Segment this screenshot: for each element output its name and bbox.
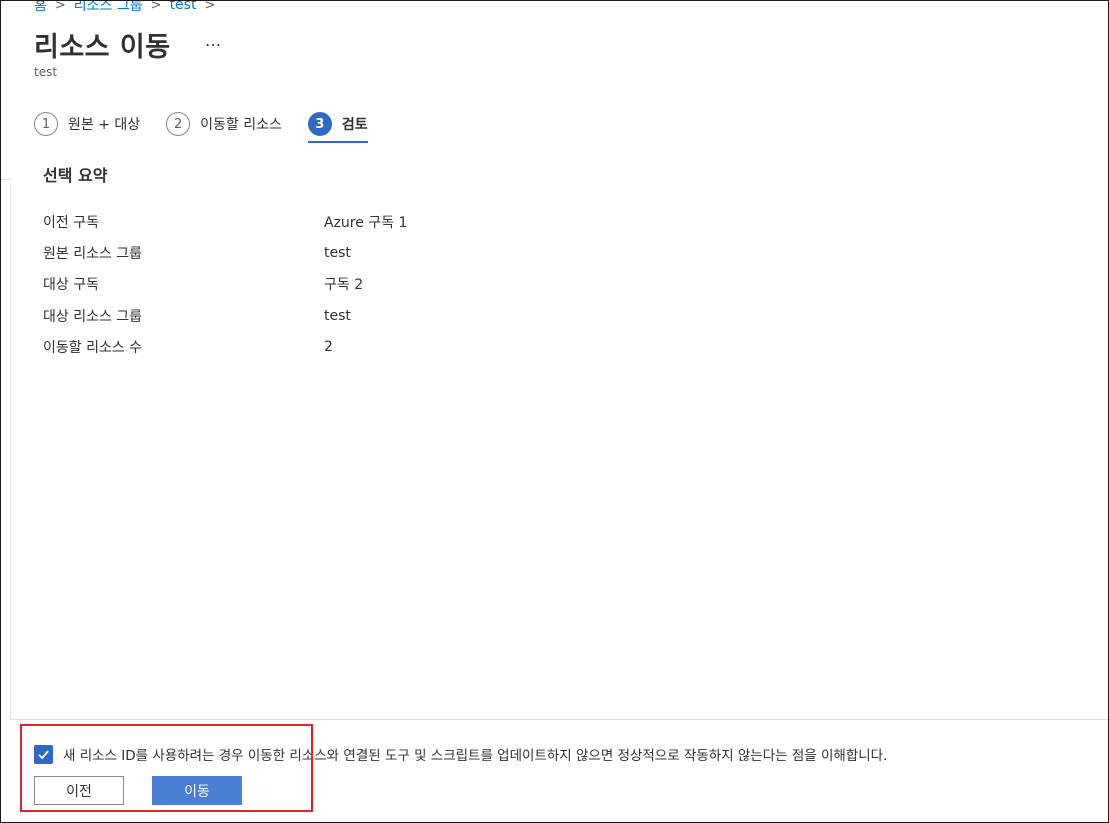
summary-row: 이동할 리소스 수 2 xyxy=(43,331,407,362)
footer-divider xyxy=(10,719,1108,720)
consent-row: 새 리소스 ID를 사용하려는 경우 이동한 리소스와 연결된 도구 및 스크립… xyxy=(34,744,887,764)
summary-key: 원본 리소스 그룹 xyxy=(43,245,143,262)
breadcrumb-test[interactable]: test xyxy=(170,1,197,13)
step-review[interactable]: 3 검토 xyxy=(307,109,368,143)
summary-key: 이동할 리소스 수 xyxy=(43,339,143,356)
breadcrumb-home[interactable]: 홈 xyxy=(34,1,47,15)
summary-value: 구독 2 xyxy=(324,277,364,294)
chevron-right-icon: > xyxy=(150,0,162,13)
summary-value: test xyxy=(324,244,351,261)
summary-key: 이전 구독 xyxy=(43,214,99,231)
previous-button[interactable]: 이전 xyxy=(34,776,124,805)
divider xyxy=(10,179,11,719)
summary-title: 선택 요약 xyxy=(43,166,108,185)
step-number: 1 xyxy=(34,112,58,136)
summary-value: 2 xyxy=(324,338,333,355)
summary-value: Azure 구독 1 xyxy=(324,214,408,231)
move-resources-blade: 홈 > 리소스 그룹 > test > 리소스 이동 … test 1 원본 +… xyxy=(0,0,1109,823)
chevron-right-icon: > xyxy=(54,0,66,13)
checkmark-icon xyxy=(38,749,49,759)
step-number: 3 xyxy=(307,112,332,136)
wizard-steps: 1 원본 + 대상 2 이동할 리소스 3 검토 xyxy=(34,109,394,143)
chevron-right-icon: > xyxy=(204,0,216,13)
breadcrumb: 홈 > 리소스 그룹 > test > xyxy=(34,0,216,15)
move-button[interactable]: 이동 xyxy=(152,776,242,805)
summary-key: 대상 구독 xyxy=(43,277,99,294)
consent-checkbox[interactable] xyxy=(34,744,53,764)
page-title: 리소스 이동 xyxy=(34,32,171,63)
step-resources-to-move[interactable]: 2 이동할 리소스 xyxy=(166,109,282,139)
summary-row: 이전 구독 Azure 구독 1 xyxy=(43,206,407,237)
step-source-target[interactable]: 1 원본 + 대상 xyxy=(34,109,140,139)
summary-row: 대상 리소스 그룹 test xyxy=(43,300,407,331)
consent-label[interactable]: 새 리소스 ID를 사용하려는 경우 이동한 리소스와 연결된 도구 및 스크립… xyxy=(63,744,887,764)
step-label: 이동할 리소스 xyxy=(200,117,282,133)
summary-row: 대상 구독 구독 2 xyxy=(43,269,407,300)
step-number: 2 xyxy=(166,112,191,136)
summary-key: 대상 리소스 그룹 xyxy=(43,308,143,325)
more-options-button[interactable]: … xyxy=(205,31,222,50)
step-label: 원본 + 대상 xyxy=(68,117,141,133)
summary-list: 이전 구독 Azure 구독 1 원본 리소스 그룹 test 대상 구독 구독… xyxy=(43,206,407,362)
summary-row: 원본 리소스 그룹 test xyxy=(43,237,407,268)
step-label: 검토 xyxy=(341,117,368,133)
breadcrumb-resource-groups[interactable]: 리소스 그룹 xyxy=(74,1,143,15)
page-subtitle: test xyxy=(34,65,58,79)
summary-value: test xyxy=(324,307,351,324)
